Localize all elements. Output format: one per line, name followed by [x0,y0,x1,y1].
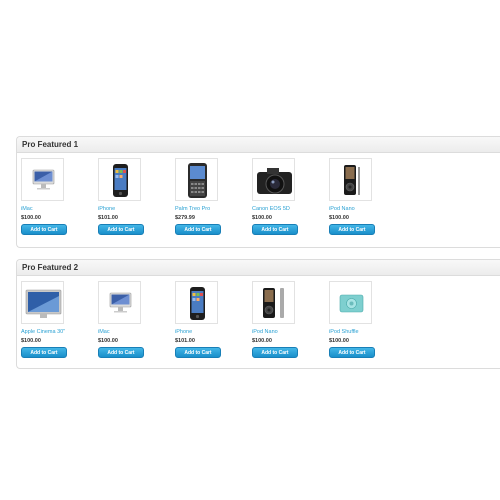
imac-icon[interactable] [98,281,141,324]
add-to-cart-button[interactable]: Add to Cart [329,224,375,235]
product-grid: Apple Cinema 30" $100.00 Add to Cart iMa… [17,276,500,372]
cinema-display-icon[interactable] [21,281,64,324]
product-price: $100.00 [252,338,272,344]
iphone-icon[interactable] [98,158,141,201]
product-name-link[interactable]: iMac [21,206,81,213]
product-price: $101.00 [175,338,195,344]
add-to-cart-button[interactable]: Add to Cart [98,347,144,358]
iphone-icon[interactable] [175,281,218,324]
add-to-cart-button[interactable]: Add to Cart [21,224,67,235]
product-price: $100.00 [98,338,118,344]
featured-module-2: Pro Featured 2 Apple Cinema 30" $100.00 … [16,259,500,369]
product-card: iPod Nano $100.00 Add to Cart [329,158,389,235]
product-name-link[interactable]: iPod Nano [252,329,312,336]
camera-icon[interactable] [252,158,295,201]
product-card: iPod Nano $100.00 Add to Cart [252,281,312,358]
imac-icon[interactable] [21,158,64,201]
module-title: Pro Featured 2 [17,260,500,276]
featured-module-1: Pro Featured 1 iMac $100.00 Add to Cart … [16,136,500,248]
ipod-shuffle-icon[interactable] [329,281,372,324]
product-price: $100.00 [329,338,349,344]
product-name-link[interactable]: iPod Shuffle [329,329,389,336]
product-name-link[interactable]: iPod Nano [329,206,389,213]
palm-treo-icon[interactable] [175,158,218,201]
product-price: $100.00 [21,338,41,344]
product-card: iMac $100.00 Add to Cart [21,158,81,235]
product-name-link[interactable]: Palm Treo Pro [175,206,235,213]
product-price: $100.00 [252,215,272,221]
add-to-cart-button[interactable]: Add to Cart [175,224,221,235]
product-name-link[interactable]: Apple Cinema 30" [21,329,81,336]
product-card: iPhone $101.00 Add to Cart [175,281,235,358]
product-card: Apple Cinema 30" $100.00 Add to Cart [21,281,81,358]
product-card: Canon EOS 5D $100.00 Add to Cart [252,158,312,235]
product-name-link[interactable]: iMac [98,329,158,336]
add-to-cart-button[interactable]: Add to Cart [252,347,298,358]
product-name-link[interactable]: Canon EOS 5D [252,206,312,213]
ipod-nano-icon[interactable] [329,158,372,201]
product-price: $101.00 [98,215,118,221]
product-card: Palm Treo Pro $279.99 Add to Cart [175,158,235,235]
product-price: $279.99 [175,215,195,221]
module-title: Pro Featured 1 [17,137,500,153]
ipod-nano-icon[interactable] [252,281,295,324]
add-to-cart-button[interactable]: Add to Cart [98,224,144,235]
product-card: iMac $100.00 Add to Cart [98,281,158,358]
add-to-cart-button[interactable]: Add to Cart [329,347,375,358]
product-card: iPod Shuffle $100.00 Add to Cart [329,281,389,358]
add-to-cart-button[interactable]: Add to Cart [21,347,67,358]
product-name-link[interactable]: iPhone [98,206,158,213]
add-to-cart-button[interactable]: Add to Cart [252,224,298,235]
product-price: $100.00 [21,215,41,221]
product-price: $100.00 [329,215,349,221]
product-card: iPhone $101.00 Add to Cart [98,158,158,235]
add-to-cart-button[interactable]: Add to Cart [175,347,221,358]
product-name-link[interactable]: iPhone [175,329,235,336]
product-grid: iMac $100.00 Add to Cart iPhone $101.00 … [17,153,500,249]
